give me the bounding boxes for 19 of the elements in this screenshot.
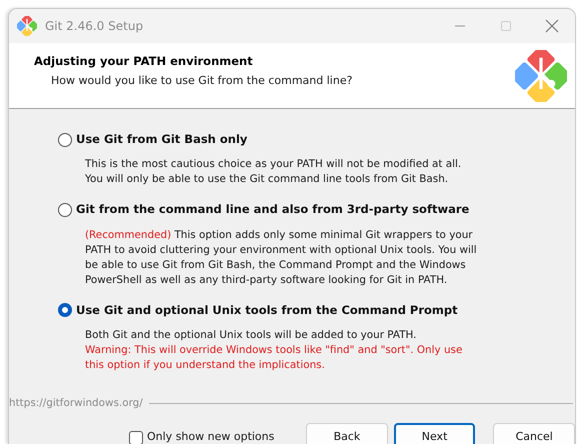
option-description: (Recommended) This option adds only some minimal Git wrappers to your PATH to avoid cluttering your environment with optional Unix tools. You will be able to use Git from Git Bash, the Command Prompt and the Windows PowerShell as well as any third-party software looking for Git in PATH.	[85, 228, 477, 288]
wizard-button[interactable]: Next	[394, 422, 476, 444]
close-icon	[545, 19, 559, 33]
warning-text: Warning: This will override Windows tools like "find" and "sort". Only use this option if you understand the implications.	[85, 342, 464, 373]
app-logo-icon	[17, 16, 37, 36]
radio-option[interactable]: Use Git and optional Unix tools from the Command Prompt	[58, 302, 545, 319]
url-text: https://gitforwindows.org/	[9, 396, 143, 411]
option-description: This is the most cautious choice as your PATH will not be modified at all. You will only be able to use the Git command line tools from Git Bash.	[85, 157, 462, 188]
wizard-button[interactable]: Cancel	[493, 422, 575, 444]
radio-option[interactable]: Git from the command line and also from 3rd-party software	[58, 201, 545, 218]
maximize-icon	[500, 20, 512, 32]
page-subtitle: How would you like to use Git from the command line?	[50, 73, 354, 90]
radio-option[interactable]: Use Git from Git Bash only	[58, 131, 545, 148]
app-logo-icon	[515, 50, 567, 102]
page-title: Adjusting your PATH environment	[34, 53, 254, 70]
only-new-checkbox[interactable]: Only show new options	[129, 429, 300, 444]
option-description: Both Git and the optional Unix tools will be added to your PATH.	[85, 328, 418, 343]
window-title: Git 2.46.0 Setup	[45, 18, 144, 35]
wizard-button[interactable]: Back	[306, 422, 388, 444]
